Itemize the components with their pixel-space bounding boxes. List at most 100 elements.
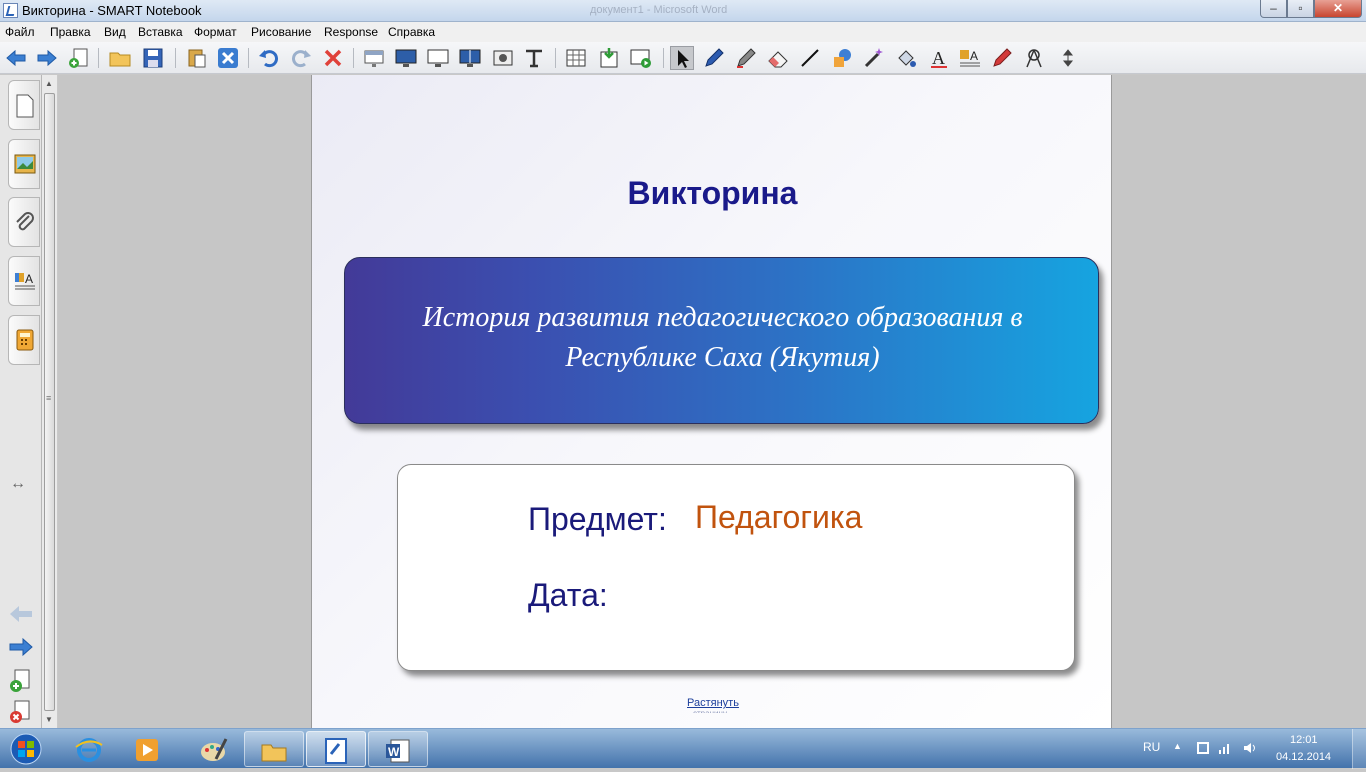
line-icon[interactable] <box>798 46 822 70</box>
title-bar: Викторина - SMART Notebook документ1 - M… <box>0 0 1366 22</box>
menu-edit[interactable]: Правка <box>50 25 91 39</box>
menu-draw[interactable]: Рисование <box>251 25 311 39</box>
gallery-tab[interactable] <box>8 139 40 189</box>
menu-response[interactable]: Response <box>324 25 378 39</box>
move-toolbar-icon[interactable] <box>1056 46 1080 70</box>
media-player-icon <box>136 739 158 761</box>
gallery-icon <box>14 154 36 174</box>
insert-icon[interactable] <box>597 46 621 70</box>
capture-icon[interactable] <box>491 46 515 70</box>
subject-value: Педагогика <box>695 499 863 535</box>
back-arrow-icon[interactable] <box>4 46 28 70</box>
pen-edit-icon[interactable] <box>990 46 1014 70</box>
eraser-icon[interactable] <box>766 46 790 70</box>
taskbar-internet-explorer[interactable] <box>60 731 120 767</box>
folder-icon <box>261 744 287 762</box>
fill-icon[interactable] <box>894 46 918 70</box>
start-button[interactable] <box>4 731 44 767</box>
scroll-up-icon[interactable]: ▲ <box>45 79 53 88</box>
minimize-button[interactable]: – <box>1260 0 1287 18</box>
properties-tab[interactable]: A <box>8 256 40 306</box>
language-indicator[interactable]: RU <box>1143 740 1160 754</box>
add-page-icon[interactable] <box>67 46 91 70</box>
show-hidden-icons[interactable]: ▲ <box>1173 741 1182 751</box>
action-center-icon[interactable] <box>1196 741 1210 755</box>
taskbar-smart-notebook[interactable] <box>306 731 366 767</box>
date-label: Дата: <box>528 577 608 613</box>
menu-insert[interactable]: Вставка <box>138 25 183 39</box>
delete-x-icon[interactable] <box>216 46 240 70</box>
menu-view[interactable]: Вид <box>104 25 126 39</box>
svg-text:A: A <box>25 272 33 286</box>
previous-page-icon[interactable] <box>8 603 34 625</box>
notebook-page[interactable]: Викторина История развития педагогическо… <box>311 75 1112 728</box>
display-icon[interactable] <box>426 46 450 70</box>
full-screen-icon[interactable] <box>394 46 418 70</box>
magic-pen-icon[interactable] <box>862 46 886 70</box>
text-capture-icon[interactable] <box>522 46 546 70</box>
info-box[interactable]: Предмет: Педагогика Дата: <box>397 464 1075 671</box>
close-button[interactable]: ✕ <box>1314 0 1362 18</box>
undo-icon[interactable] <box>257 46 281 70</box>
delete-red-x-icon[interactable] <box>321 46 345 70</box>
redo-icon[interactable] <box>289 46 313 70</box>
taskbar-explorer[interactable] <box>244 731 304 767</box>
clock-date[interactable]: 04.12.2014 <box>1276 751 1331 763</box>
open-folder-icon[interactable] <box>108 46 132 70</box>
delete-page-icon[interactable] <box>8 700 34 723</box>
attachments-tab[interactable] <box>8 197 40 247</box>
calculator-icon <box>16 329 34 351</box>
addons-tab[interactable] <box>8 315 40 365</box>
menu-help[interactable]: Справка <box>388 25 435 39</box>
screen-shade-icon[interactable] <box>362 46 386 70</box>
taskbar: W RU ▲ 12:01 04.12.2014 <box>0 728 1366 769</box>
page-sorter-tab[interactable] <box>8 80 40 130</box>
properties-icon: A <box>15 272 35 290</box>
save-icon[interactable] <box>141 46 165 70</box>
menu-file[interactable]: Файл <box>5 25 35 39</box>
network-icon[interactable] <box>1218 741 1232 755</box>
page-title[interactable]: Викторина <box>312 175 1113 212</box>
taskbar-paint[interactable] <box>184 731 244 767</box>
menu-format[interactable]: Формат <box>194 25 237 39</box>
table-icon[interactable] <box>564 46 588 70</box>
taskbar-media-player[interactable] <box>118 731 178 767</box>
close-icon: ✕ <box>1332 1 1344 15</box>
svg-text:A: A <box>970 49 978 63</box>
page-sorter-icon <box>16 94 34 118</box>
next-page-icon[interactable] <box>8 636 34 658</box>
paste-icon[interactable] <box>185 46 209 70</box>
pen-icon[interactable] <box>702 46 726 70</box>
select-pointer-icon[interactable] <box>670 46 694 70</box>
forward-arrow-icon[interactable] <box>35 46 59 70</box>
maximize-button[interactable]: ▫ <box>1287 0 1314 18</box>
clock-time[interactable]: 12:01 <box>1290 734 1318 746</box>
smart-notebook-icon <box>325 738 347 764</box>
background-window-title: документ1 - Microsoft Word <box>590 4 728 16</box>
side-tab-panel: A ↔ <box>0 75 42 728</box>
stretch-page-link[interactable]: Растянуть <box>687 697 739 709</box>
subject-label: Предмет: <box>528 501 667 537</box>
dual-display-icon[interactable] <box>458 46 482 70</box>
creative-pen-icon[interactable] <box>734 46 758 70</box>
topic-banner[interactable]: История развития педагогического образов… <box>344 257 1099 424</box>
text-icon[interactable]: A <box>927 46 951 70</box>
show-desktop-button[interactable] <box>1352 729 1366 769</box>
paint-icon <box>201 738 228 761</box>
measurement-icon[interactable] <box>1022 46 1046 70</box>
shape-icon[interactable] <box>830 46 854 70</box>
properties-icon[interactable]: A <box>958 46 982 70</box>
taskbar-word[interactable]: W <box>368 731 428 767</box>
menu-bar: Файл Правка Вид Вставка Формат Рисование… <box>0 22 1366 42</box>
resize-handle-icon[interactable]: ↔ <box>10 475 26 493</box>
stretch-page-link-cont[interactable]: страницу <box>693 709 727 713</box>
volume-icon[interactable] <box>1243 741 1257 755</box>
response-icon[interactable] <box>629 46 653 70</box>
add-page-side-icon[interactable] <box>8 669 34 692</box>
internet-explorer-icon <box>75 738 103 762</box>
smart-notebook-app-icon <box>3 3 18 18</box>
minimize-icon: – <box>1270 1 1277 15</box>
scroll-down-icon[interactable]: ▼ <box>45 715 53 724</box>
side-panel-scrollbar[interactable]: ▲ ≡ ▼ <box>42 75 58 728</box>
topic-banner-text: История развития педагогического образов… <box>422 302 1023 373</box>
